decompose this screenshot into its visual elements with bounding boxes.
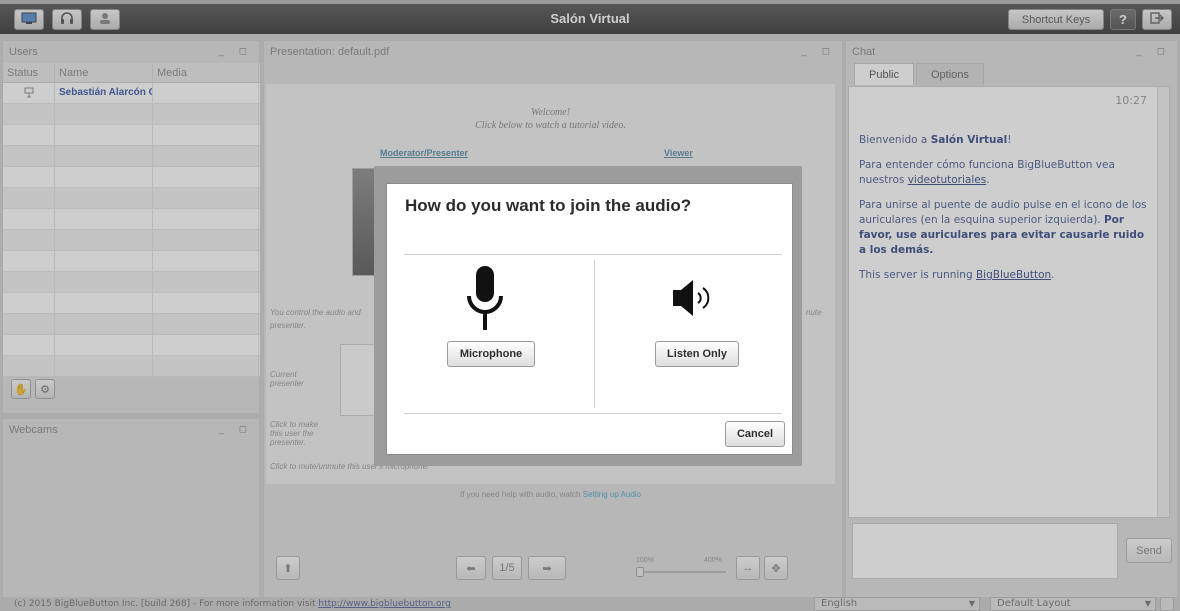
dialog-divider xyxy=(404,413,782,414)
cancel-button[interactable]: Cancel xyxy=(725,421,785,447)
audio-join-dialog: How do you want to join the audio? Micro… xyxy=(386,183,793,455)
audio-dialog-title: How do you want to join the audio? xyxy=(405,196,692,215)
dialog-divider xyxy=(594,260,595,408)
dialog-divider xyxy=(404,254,782,255)
speaker-icon[interactable] xyxy=(671,278,721,321)
microphone-button[interactable]: Microphone xyxy=(447,341,535,367)
microphone-icon[interactable] xyxy=(465,264,505,335)
listen-only-button[interactable]: Listen Only xyxy=(655,341,739,367)
